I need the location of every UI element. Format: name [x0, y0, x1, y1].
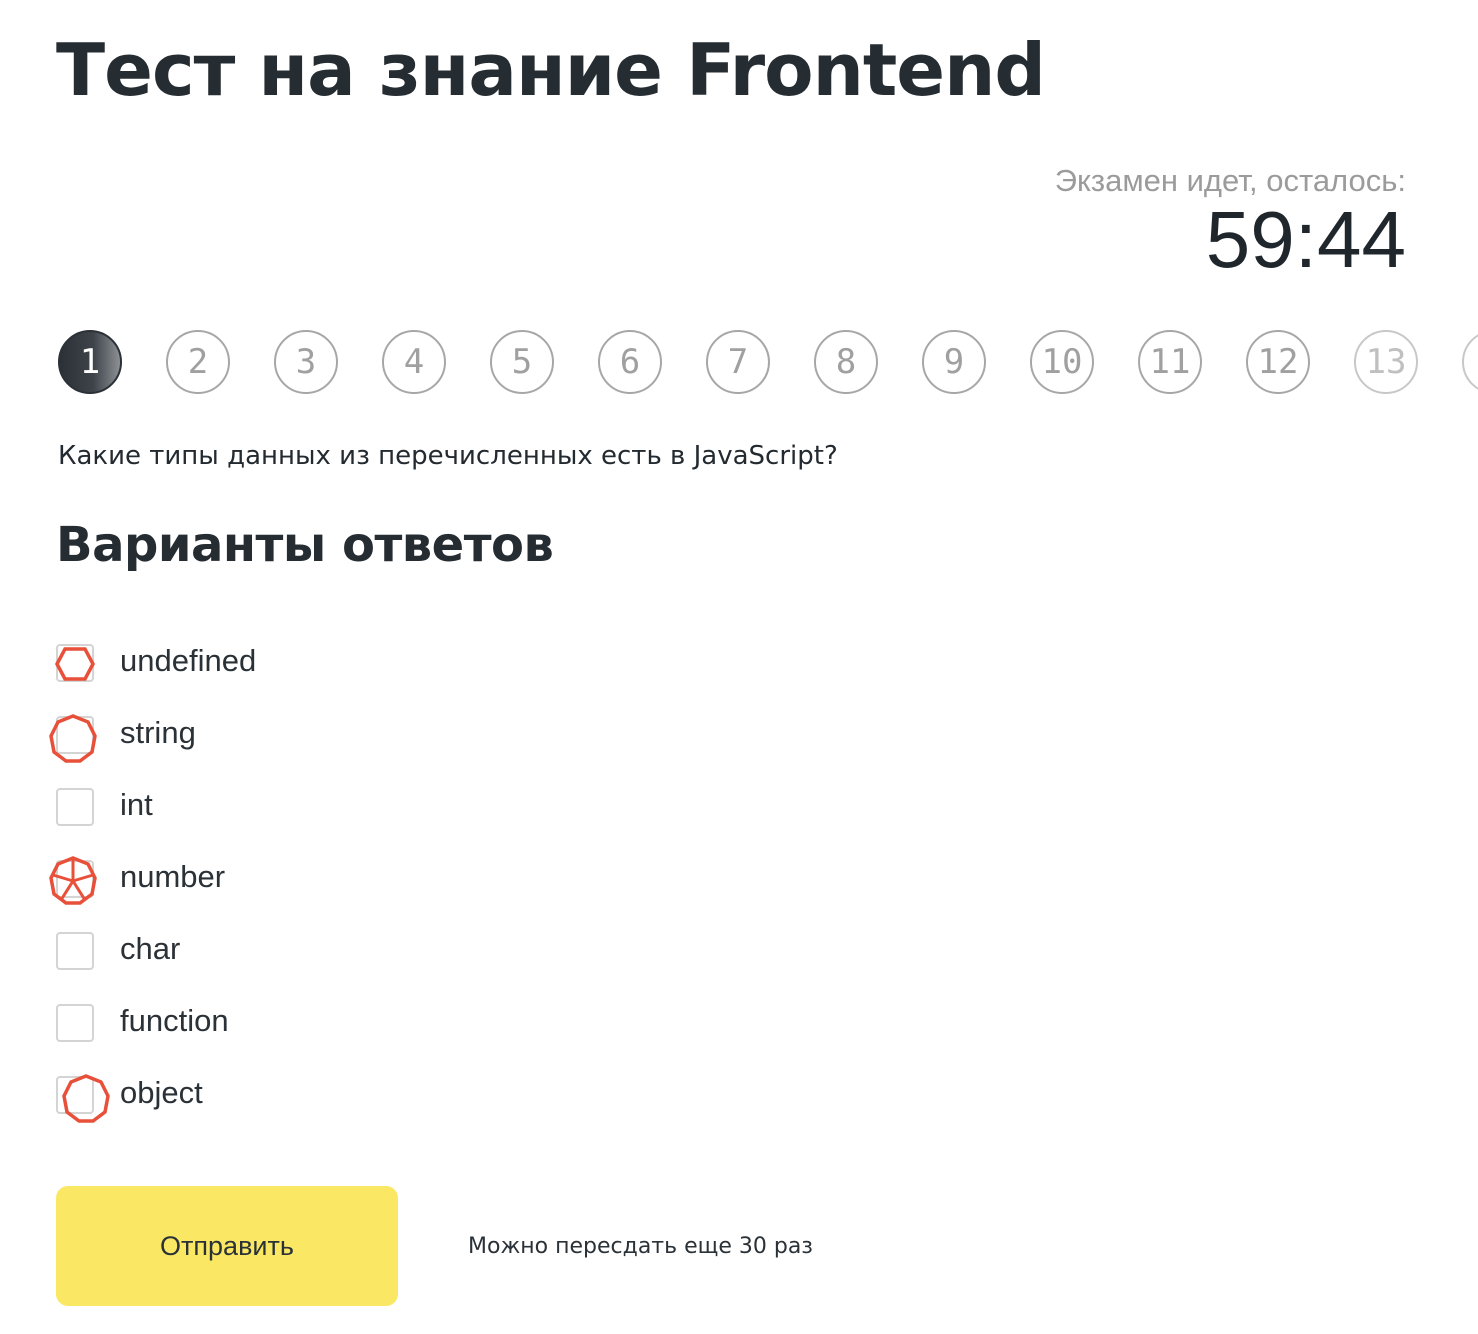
question-number-13[interactable]: 13 — [1354, 330, 1418, 394]
question-number-4[interactable]: 4 — [382, 330, 446, 394]
exam-timer: Экзамен идет, осталось: 59:44 — [1055, 160, 1406, 280]
submit-button[interactable]: Отправить — [56, 1186, 398, 1306]
question-number-10[interactable]: 10 — [1030, 330, 1094, 394]
question-number-8[interactable]: 8 — [814, 330, 878, 394]
answer-option-int[interactable]: int — [56, 784, 256, 856]
answer-label: undefined — [120, 643, 257, 678]
hexagon-icon — [55, 647, 95, 681]
answer-checkbox[interactable] — [55, 644, 95, 682]
answer-label: object — [120, 1075, 203, 1110]
answer-checkbox[interactable] — [49, 856, 97, 905]
question-number-5[interactable]: 5 — [490, 330, 554, 394]
asterisk-octagon-icon — [49, 856, 97, 905]
retakes-note: Можно пересдать еще 30 раз — [468, 1234, 813, 1259]
answer-checkbox[interactable] — [49, 714, 97, 763]
answer-option-string[interactable]: string — [49, 712, 256, 784]
answer-label: string — [120, 715, 196, 750]
answers-heading: Варианты ответов — [56, 517, 554, 573]
answer-checkbox[interactable] — [56, 1004, 94, 1042]
timer-value: 59:44 — [1205, 195, 1406, 284]
question-number-11[interactable]: 11 — [1138, 330, 1202, 394]
question-number-next-partial[interactable] — [1462, 330, 1478, 394]
answer-label: function — [120, 1003, 229, 1038]
answer-checkbox[interactable] — [56, 932, 94, 970]
octagon-icon — [62, 1074, 110, 1123]
answer-checkbox[interactable] — [56, 788, 94, 826]
answer-option-number[interactable]: number — [49, 856, 256, 928]
question-number-3[interactable]: 3 — [274, 330, 338, 394]
question-number-2[interactable]: 2 — [166, 330, 230, 394]
question-number-7[interactable]: 7 — [706, 330, 770, 394]
answer-label: int — [120, 787, 153, 822]
answer-option-function[interactable]: function — [56, 1000, 256, 1072]
page-title: Тест на знание Frontend — [56, 28, 1046, 112]
answer-option-undefined[interactable]: undefined — [55, 640, 257, 712]
answer-label: number — [120, 859, 226, 894]
octagon-icon — [49, 714, 97, 763]
question-number-9[interactable]: 9 — [922, 330, 986, 394]
answer-label: char — [120, 931, 181, 966]
question-text: Какие типы данных из перечисленных есть … — [58, 441, 838, 471]
answer-checkbox[interactable] — [56, 1074, 110, 1123]
question-number-6[interactable]: 6 — [598, 330, 662, 394]
answer-option-char[interactable]: char — [56, 928, 256, 1000]
question-number-1[interactable]: 1 — [58, 330, 122, 394]
answers-list: undefined string int number char functio… — [49, 640, 257, 1144]
question-navigation: 1 2 3 4 5 6 7 8 9 10 11 12 13 — [58, 330, 1478, 400]
answer-option-object[interactable]: object — [56, 1072, 256, 1144]
question-number-12[interactable]: 12 — [1246, 330, 1310, 394]
